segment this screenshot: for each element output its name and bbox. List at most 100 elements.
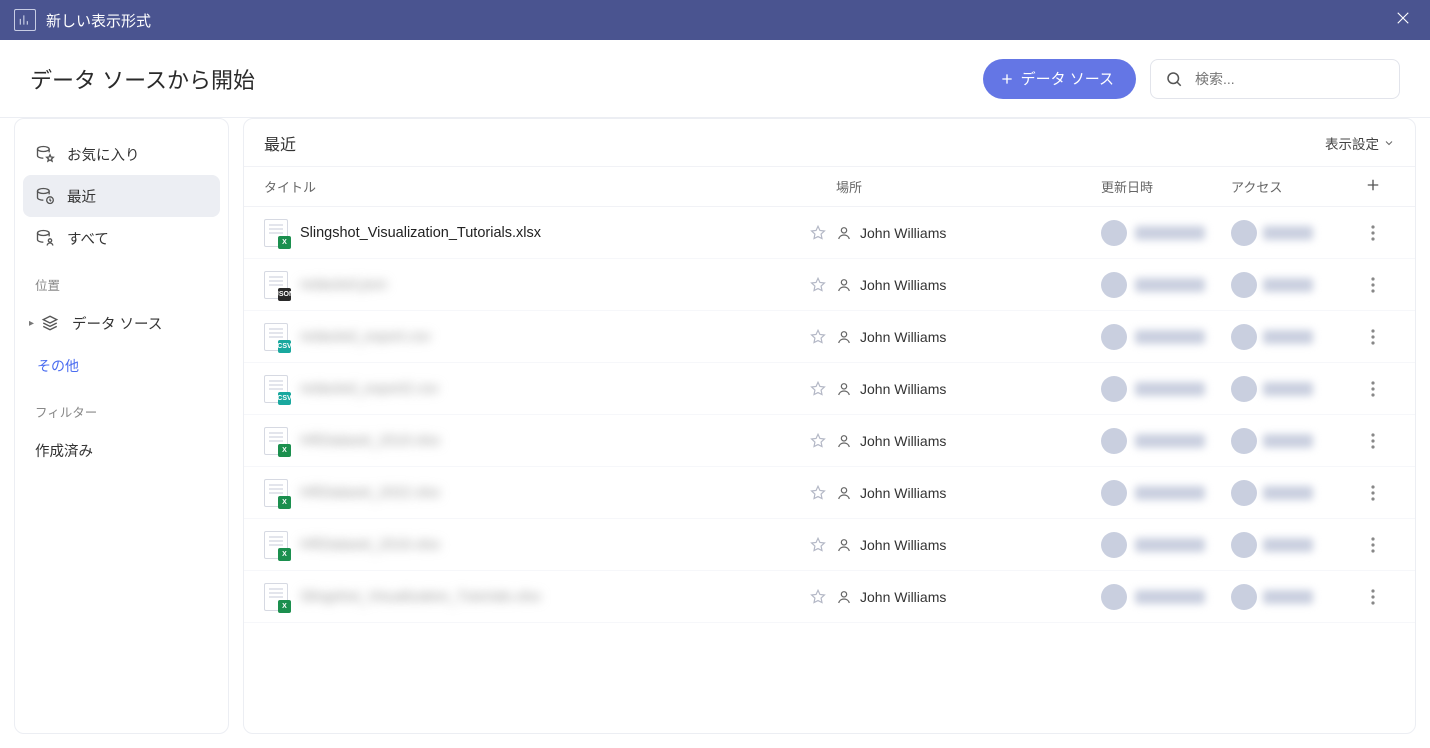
table-row[interactable]: XSlingshot_Visualization_Tutorials.xlsxJ… — [244, 207, 1415, 259]
table-row[interactable]: XHRDataset_2022.xlsxJohn Williams — [244, 467, 1415, 519]
row-menu-button[interactable] — [1351, 329, 1395, 345]
favorite-star[interactable] — [800, 484, 836, 502]
row-menu-button[interactable] — [1351, 537, 1395, 553]
avatar — [1231, 584, 1257, 610]
redacted-text — [1135, 330, 1205, 344]
db-clock-icon — [35, 186, 55, 206]
row-menu-button[interactable] — [1351, 589, 1395, 605]
owner-cell: John Williams — [836, 277, 1101, 293]
avatar — [1231, 272, 1257, 298]
favorite-star[interactable] — [800, 224, 836, 242]
person-icon — [836, 433, 852, 449]
row-menu-button[interactable] — [1351, 381, 1395, 397]
app-chart-icon — [14, 9, 36, 31]
close-button[interactable] — [1390, 5, 1416, 36]
table-row[interactable]: XHRDataset_2019.xlsxJohn Williams — [244, 415, 1415, 467]
chevron-down-icon — [1383, 137, 1395, 149]
file-name: redacted.json — [300, 277, 387, 293]
search-box[interactable] — [1150, 59, 1400, 99]
sidebar: お気に入り最近すべて 位置 データ ソース その他 フィルター 作成済み — [14, 118, 229, 734]
panel-header: 最近 表示設定 — [244, 119, 1415, 167]
file-name: HRDataset_2016.xlsx — [300, 537, 440, 553]
table-row[interactable]: CSVredacted_export2.csvJohn Williams — [244, 363, 1415, 415]
view-settings-dropdown[interactable]: 表示設定 — [1325, 133, 1395, 153]
access-cell — [1231, 220, 1351, 246]
panel-title: 最近 — [264, 131, 296, 155]
date-cell — [1101, 428, 1231, 454]
table-row[interactable]: CSVredacted_export.csvJohn Williams — [244, 311, 1415, 363]
new-datasource-button-label: データ ソース — [1021, 68, 1114, 89]
row-menu-button[interactable] — [1351, 277, 1395, 293]
file-icon: CSV — [264, 323, 288, 351]
col-access[interactable]: アクセス — [1231, 177, 1351, 196]
avatar — [1101, 220, 1127, 246]
main-panel: 最近 表示設定 タイトル 場所 更新日時 アクセス XSlingshot_Vis… — [243, 118, 1416, 734]
file-name: Slingshot_Visualization_Tutorials.xlsx — [300, 225, 541, 241]
file-icon: X — [264, 583, 288, 611]
file-icon: X — [264, 479, 288, 507]
access-cell — [1231, 324, 1351, 350]
access-cell — [1231, 480, 1351, 506]
access-cell — [1231, 272, 1351, 298]
person-icon — [836, 381, 852, 397]
favorite-star[interactable] — [800, 276, 836, 294]
date-cell — [1101, 376, 1231, 402]
sidebar-group-location: 位置 — [23, 261, 220, 300]
avatar — [1231, 324, 1257, 350]
view-settings-label: 表示設定 — [1325, 133, 1379, 153]
date-cell — [1101, 532, 1231, 558]
sidebar-item-favorites[interactable]: お気に入り — [23, 133, 220, 175]
avatar — [1231, 220, 1257, 246]
row-menu-button[interactable] — [1351, 225, 1395, 241]
date-cell — [1101, 220, 1231, 246]
sidebar-more-link[interactable]: その他 — [23, 346, 220, 386]
row-menu-button[interactable] — [1351, 485, 1395, 501]
sidebar-item-datasource[interactable]: データ ソース — [23, 302, 220, 344]
col-location[interactable]: 場所 — [836, 177, 1101, 196]
date-cell — [1101, 480, 1231, 506]
owner-cell: John Williams — [836, 225, 1101, 241]
avatar — [1101, 324, 1127, 350]
sidebar-item-label: 作成済み — [35, 440, 93, 461]
sidebar-item-label: お気に入り — [67, 144, 140, 165]
access-cell — [1231, 428, 1351, 454]
redacted-text — [1135, 538, 1205, 552]
person-icon — [836, 485, 852, 501]
table-row[interactable]: JSONredacted.jsonJohn Williams — [244, 259, 1415, 311]
new-datasource-button[interactable]: データ ソース — [983, 59, 1136, 99]
redacted-text — [1135, 590, 1205, 604]
person-icon — [836, 589, 852, 605]
sidebar-item-created[interactable]: 作成済み — [23, 429, 220, 471]
favorite-star[interactable] — [800, 380, 836, 398]
db-star-icon — [35, 144, 55, 164]
redacted-text — [1135, 382, 1205, 396]
date-cell — [1101, 272, 1231, 298]
avatar — [1101, 272, 1127, 298]
file-name: HRDataset_2022.xlsx — [300, 485, 440, 501]
add-column-button[interactable] — [1364, 176, 1382, 197]
table-row[interactable]: XSlingshot_Visualization_Tutorials.xlsxJ… — [244, 571, 1415, 623]
db-user-icon — [35, 228, 55, 248]
favorite-star[interactable] — [800, 432, 836, 450]
favorite-star[interactable] — [800, 588, 836, 606]
titlebar: 新しい表示形式 — [0, 0, 1430, 40]
plus-icon — [999, 71, 1015, 87]
window-title: 新しい表示形式 — [46, 10, 151, 31]
col-date[interactable]: 更新日時 — [1101, 177, 1231, 196]
redacted-text — [1263, 538, 1313, 552]
col-title[interactable]: タイトル — [264, 177, 800, 196]
redacted-text — [1263, 330, 1313, 344]
access-cell — [1231, 376, 1351, 402]
search-input[interactable] — [1195, 71, 1385, 87]
table-row[interactable]: XHRDataset_2016.xlsxJohn Williams — [244, 519, 1415, 571]
avatar — [1101, 428, 1127, 454]
person-icon — [836, 329, 852, 345]
redacted-text — [1263, 486, 1313, 500]
row-menu-button[interactable] — [1351, 433, 1395, 449]
file-name: redacted_export.csv — [300, 329, 431, 345]
favorite-star[interactable] — [800, 536, 836, 554]
sidebar-item-all[interactable]: すべて — [23, 217, 220, 259]
owner-cell: John Williams — [836, 433, 1101, 449]
favorite-star[interactable] — [800, 328, 836, 346]
sidebar-item-recent[interactable]: 最近 — [23, 175, 220, 217]
